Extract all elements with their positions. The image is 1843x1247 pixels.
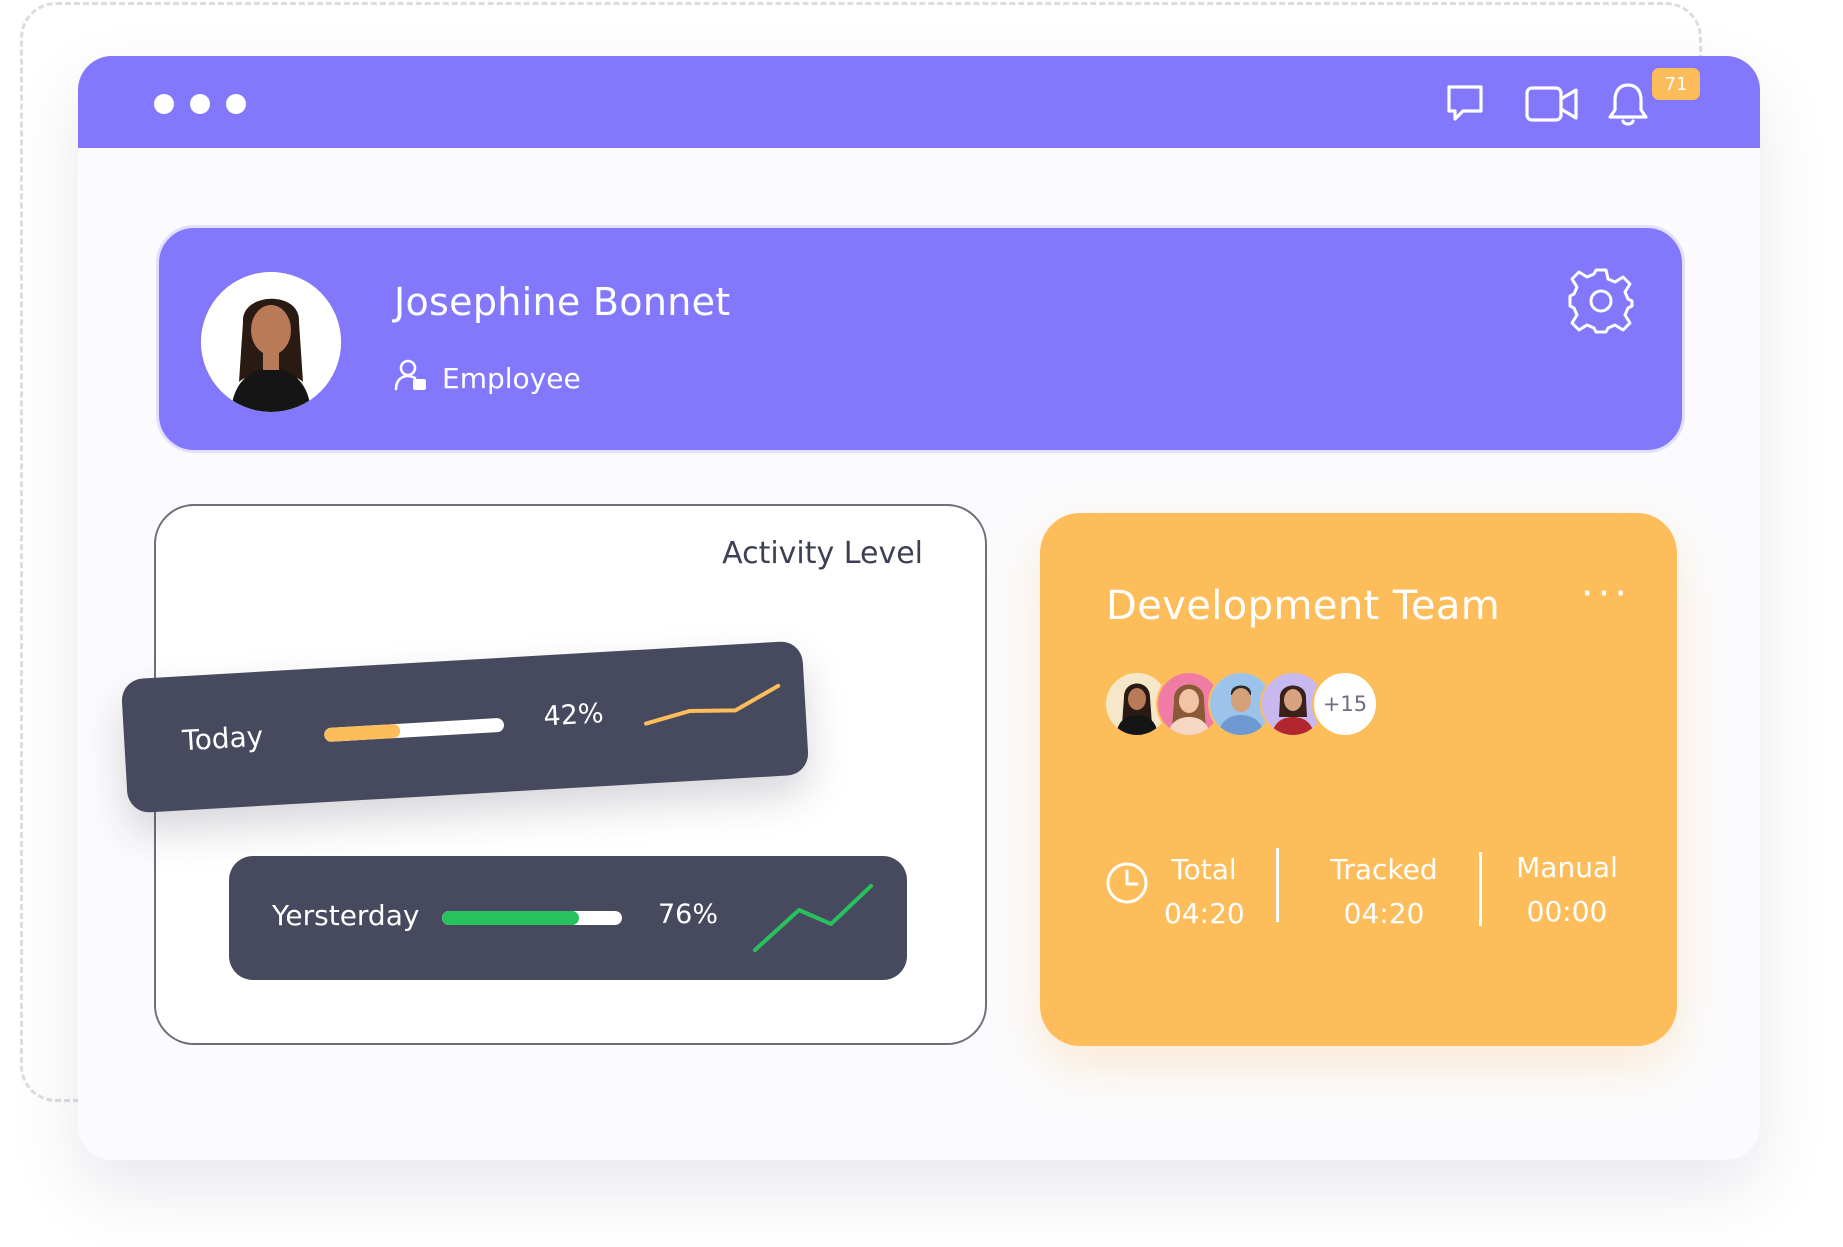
- user-role-icon: [394, 358, 428, 399]
- team-title: Development Team: [1106, 583, 1501, 629]
- activity-row-label: Today: [181, 719, 265, 758]
- progress-bar-fill: [442, 911, 579, 925]
- divider: [1479, 852, 1482, 926]
- video-camera-icon[interactable]: [1524, 84, 1580, 128]
- more-members-badge[interactable]: +15: [1312, 671, 1378, 737]
- team-avatars[interactable]: +15: [1104, 671, 1378, 737]
- more-options-button[interactable]: ···: [1581, 574, 1631, 614]
- bell-icon[interactable]: [1606, 80, 1650, 132]
- role-row: Employee: [394, 358, 581, 399]
- stat-total: Total 04:20: [1164, 848, 1245, 936]
- user-name: Josephine Bonnet: [394, 280, 731, 324]
- divider: [1276, 848, 1279, 922]
- window-dots: [154, 94, 246, 114]
- trend-line-icon: [749, 880, 879, 960]
- notification-badge: 71: [1652, 68, 1700, 100]
- stat-tracked: Tracked 04:20: [1324, 848, 1444, 936]
- time-stats: Total 04:20 Tracked 04:20 Manual 00:00: [1104, 848, 1624, 930]
- trend-line-icon: [638, 678, 785, 736]
- progress-bar: [323, 717, 505, 743]
- user-role: Employee: [442, 362, 581, 395]
- stat-value: 00:00: [1526, 895, 1608, 928]
- profile-card: Josephine Bonnet Employee: [156, 225, 1685, 453]
- team-card: Development Team ··· +15 Total 04:20 Tra…: [1040, 513, 1677, 1046]
- stat-value: 04:20: [1164, 897, 1245, 930]
- stat-value: 04:20: [1343, 897, 1425, 930]
- title-bar: 71: [78, 56, 1760, 148]
- avatar: [201, 272, 341, 412]
- stat-label: Total: [1171, 853, 1237, 886]
- progress-bar-fill: [323, 723, 401, 743]
- chat-icon[interactable]: [1444, 82, 1486, 128]
- activity-row-label: Yersterday: [272, 899, 420, 932]
- clock-icon: [1104, 860, 1150, 910]
- gear-icon[interactable]: [1566, 266, 1636, 340]
- window-dot[interactable]: [226, 94, 246, 114]
- stat-manual: Manual 00:00: [1510, 846, 1624, 934]
- activity-row-percent: 42%: [542, 698, 605, 733]
- window-dot[interactable]: [154, 94, 174, 114]
- activity-title: Activity Level: [722, 536, 923, 571]
- stat-label: Manual: [1516, 851, 1618, 884]
- window-dot[interactable]: [190, 94, 210, 114]
- activity-row-yesterday[interactable]: Yersterday 76%: [229, 856, 907, 980]
- progress-bar: [442, 911, 622, 925]
- activity-row-percent: 76%: [658, 899, 719, 930]
- stat-label: Tracked: [1330, 853, 1438, 886]
